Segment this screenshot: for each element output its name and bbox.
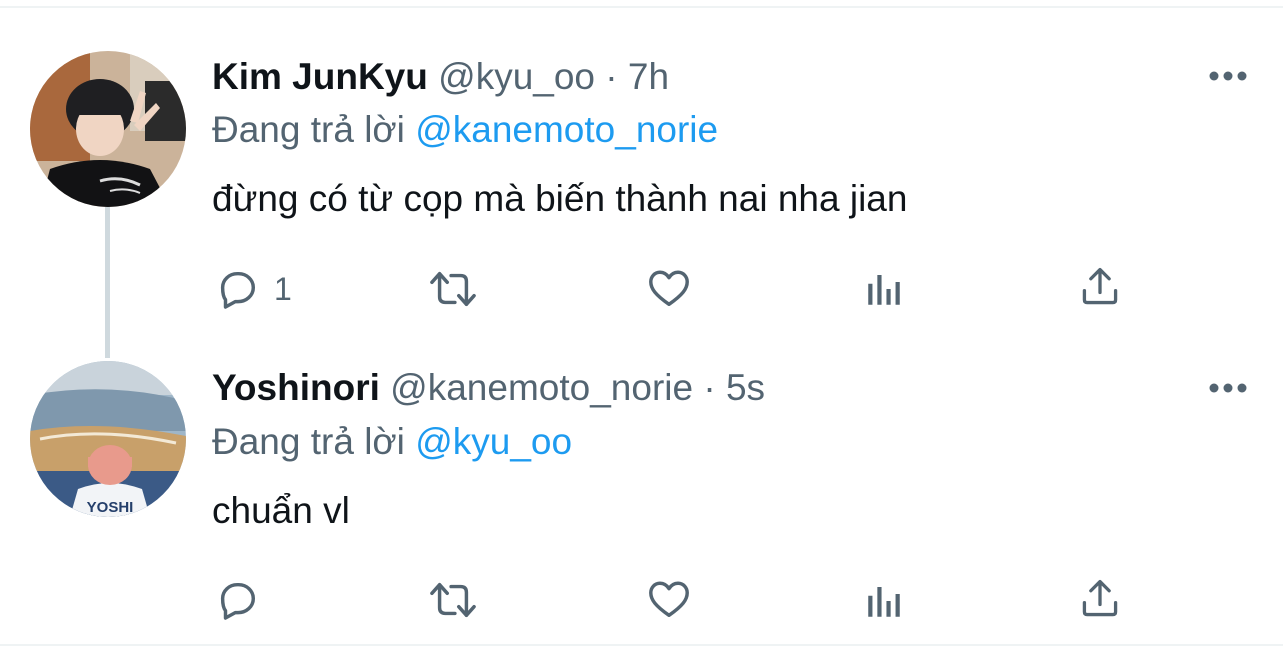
analytics-icon	[868, 275, 900, 305]
replying-to: Đang trả lời @kyu_oo	[212, 420, 572, 464]
share-button[interactable]	[1078, 264, 1122, 310]
bottom-divider	[0, 644, 1283, 646]
separator-dot: ·	[605, 56, 618, 97]
timestamp[interactable]: 5s	[726, 367, 765, 408]
thread-connector-line	[105, 206, 110, 358]
retweet-button[interactable]	[428, 577, 478, 623]
top-divider	[0, 6, 1283, 8]
tweet-text: chuẩn vl	[212, 490, 350, 531]
analytics-button[interactable]	[862, 268, 906, 310]
tweet-header: Kim JunKyu @kyu_oo · 7h	[212, 55, 669, 99]
share-button[interactable]	[1078, 576, 1122, 622]
tweet-text: đừng có từ cọp mà biến thành nai nha jia…	[212, 178, 908, 219]
replying-to: Đang trả lời @kanemoto_norie	[212, 108, 718, 152]
tweet-header: Yoshinori @kanemoto_norie · 5s	[212, 366, 765, 410]
reply-icon	[220, 271, 256, 309]
replying-prefix: Đang trả lời	[212, 421, 405, 462]
handle[interactable]: @kanemoto_norie	[390, 367, 693, 408]
like-icon	[649, 270, 689, 307]
analytics-button[interactable]	[862, 580, 906, 622]
display-name[interactable]: Kim JunKyu	[212, 56, 428, 97]
like-icon	[649, 581, 689, 618]
handle[interactable]: @kyu_oo	[438, 56, 595, 97]
more-icon[interactable]	[1206, 64, 1250, 88]
avatar[interactable]	[30, 51, 186, 207]
share-icon	[1082, 579, 1118, 617]
retweet-icon	[430, 271, 476, 307]
shirt-print-text: YOSHI	[87, 499, 134, 516]
like-button[interactable]	[645, 576, 693, 622]
display-name[interactable]: Yoshinori	[212, 367, 380, 408]
replying-prefix: Đang trả lời	[212, 109, 405, 150]
avatar[interactable]: YOSHI	[30, 361, 186, 517]
share-icon	[1082, 267, 1118, 305]
retweet-button[interactable]	[428, 266, 478, 312]
reply-icon	[220, 582, 256, 620]
replying-mention[interactable]: @kyu_oo	[415, 421, 572, 462]
separator-dot: ·	[703, 367, 716, 408]
more-icon[interactable]	[1206, 376, 1250, 400]
like-button[interactable]	[645, 265, 693, 311]
reply-count: 1	[274, 270, 292, 307]
analytics-icon	[868, 587, 900, 617]
replying-mention[interactable]: @kanemoto_norie	[415, 109, 718, 150]
timestamp[interactable]: 7h	[628, 56, 669, 97]
reply-button[interactable]: 1	[214, 266, 292, 312]
reply-button[interactable]	[214, 577, 260, 623]
retweet-icon	[430, 582, 476, 618]
